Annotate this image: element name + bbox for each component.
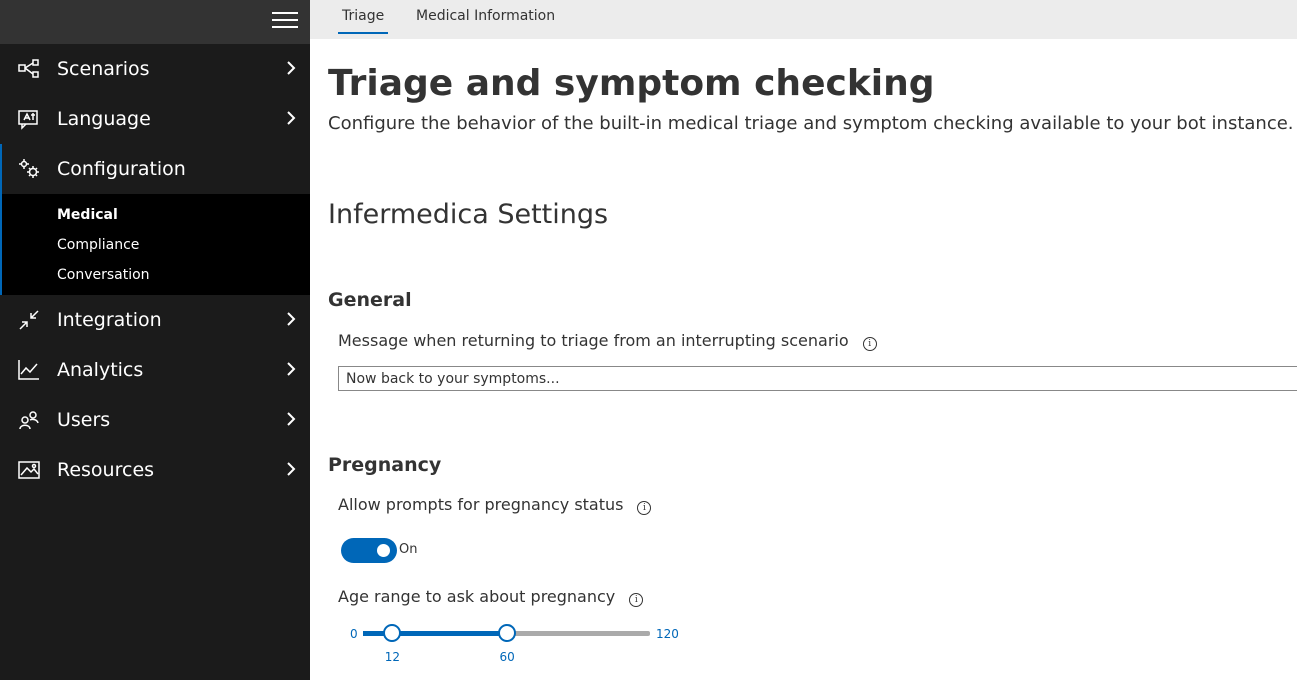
tab-triage[interactable]: Triage (338, 8, 389, 34)
users-icon (19, 411, 39, 430)
slider-thumb-low[interactable] (382, 624, 401, 642)
sidebar-item-users[interactable]: Users (0, 395, 310, 445)
sidebar-item-language[interactable]: Language (0, 94, 310, 144)
age-range-label-text: Age range to ask about pregnancy (338, 587, 616, 606)
hamburger-menu-icon[interactable] (272, 12, 298, 30)
message-field-label: Message when returning to triage from an… (338, 331, 877, 351)
sidebar-item-label: Scenarios (57, 58, 150, 80)
submenu-item-compliance[interactable]: Compliance (2, 230, 310, 260)
page-title: Triage and symptom checking (328, 63, 935, 104)
message-input[interactable] (338, 366, 1297, 391)
analytics-icon (18, 360, 39, 380)
gears-icon (19, 159, 39, 178)
slider-low-value: 12 (384, 650, 400, 664)
scenarios-icon (18, 59, 39, 78)
allow-pregnancy-label: Allow prompts for pregnancy status i (338, 495, 652, 515)
chevron-right-icon (287, 412, 296, 426)
chevron-right-icon (287, 312, 296, 326)
info-icon[interactable]: i (862, 336, 877, 351)
age-range-slider[interactable]: 0 120 12 60 (338, 621, 688, 671)
sidebar-item-label: Language (57, 108, 151, 130)
chevron-right-icon (287, 111, 296, 125)
resources-icon (18, 461, 40, 479)
info-icon[interactable]: i (629, 592, 644, 607)
sidebar-item-resources[interactable]: Resources (0, 445, 310, 495)
page-description: Configure the behavior of the built-in m… (328, 113, 1294, 134)
integration-icon (19, 310, 39, 330)
sidebar-item-label: Analytics (57, 359, 144, 381)
age-range-label: Age range to ask about pregnancy i (338, 587, 644, 607)
sidebar: Scenarios Language Configuration Medical… (0, 0, 310, 680)
pregnancy-heading: Pregnancy (328, 454, 442, 476)
submenu-item-medical[interactable]: Medical (2, 200, 310, 230)
sidebar-item-analytics[interactable]: Analytics (0, 345, 310, 395)
slider-min-label: 0 (350, 627, 358, 641)
message-label-text: Message when returning to triage from an… (338, 331, 849, 350)
slider-thumb-high[interactable] (497, 624, 516, 642)
sidebar-item-label: Integration (57, 309, 162, 331)
section-title: Infermedica Settings (328, 199, 609, 230)
tab-medical-information[interactable]: Medical Information (416, 8, 555, 34)
sidebar-item-scenarios[interactable]: Scenarios (0, 44, 310, 94)
language-icon (18, 110, 38, 130)
toggle-state-label: On (399, 542, 418, 557)
slider-max-label: 120 (656, 627, 679, 641)
tab-bar: Triage Medical Information (310, 0, 1297, 39)
info-icon[interactable]: i (637, 500, 652, 515)
general-heading: General (328, 289, 412, 311)
sidebar-header (0, 0, 310, 44)
pregnancy-toggle[interactable] (341, 538, 397, 563)
sidebar-item-label: Users (57, 409, 111, 431)
allow-pregnancy-label-text: Allow prompts for pregnancy status (338, 495, 624, 514)
sidebar-item-configuration[interactable]: Configuration (0, 144, 310, 194)
sidebar-item-label: Configuration (57, 158, 186, 180)
submenu-item-conversation[interactable]: Conversation (2, 260, 310, 290)
chevron-right-icon (287, 61, 296, 75)
sidebar-item-integration[interactable]: Integration (0, 295, 310, 345)
configuration-submenu: Medical Compliance Conversation (0, 194, 310, 295)
toggle-knob (377, 544, 390, 557)
chevron-right-icon (287, 362, 296, 376)
sidebar-item-label: Resources (57, 459, 155, 481)
slider-high-value: 60 (499, 650, 515, 664)
chevron-right-icon (287, 462, 296, 476)
